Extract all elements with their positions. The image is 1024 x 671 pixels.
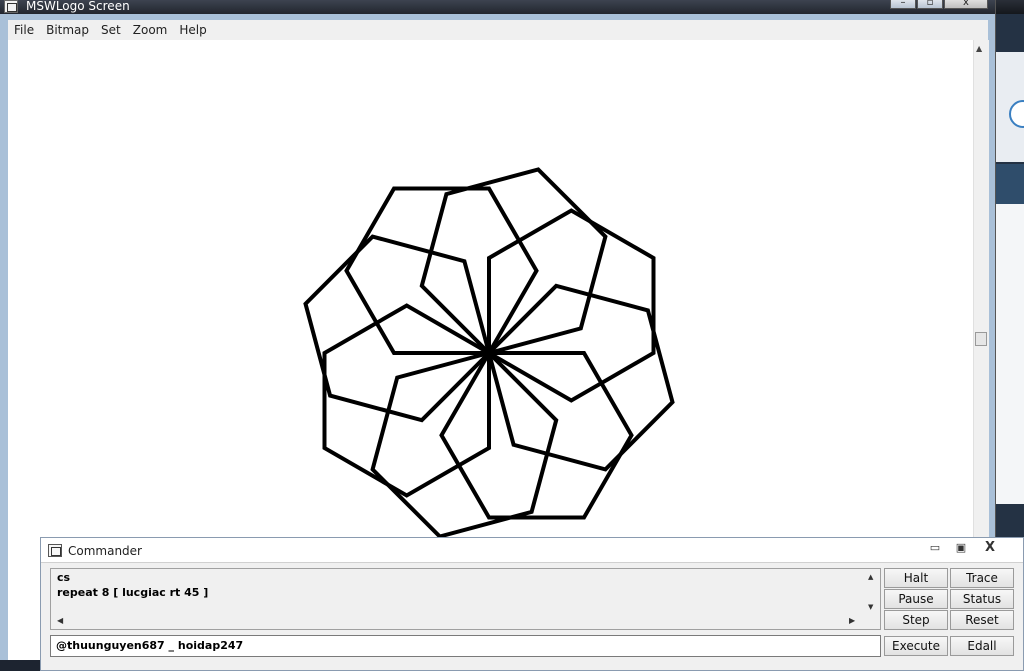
hexagon-shape — [370, 351, 559, 539]
scrollbar-thumb[interactable] — [975, 332, 987, 346]
commander-title-bar[interactable]: Commander ▭ ▣ X — [41, 538, 1023, 563]
history-line[interactable]: cs — [57, 571, 70, 584]
trace-button[interactable]: Trace — [950, 568, 1014, 588]
menu-set[interactable]: Set — [95, 23, 127, 37]
background-panel — [995, 164, 1024, 204]
halt-button[interactable]: Halt — [884, 568, 948, 588]
history-horizontal-scrollbar[interactable]: ◀ ▶ — [51, 615, 863, 629]
menu-bar: File Bitmap Set Zoom Help — [8, 20, 988, 41]
hexagon-shape — [419, 167, 608, 355]
commander-icon — [48, 544, 62, 557]
scroll-right-icon[interactable]: ▶ — [849, 616, 855, 625]
background-panel — [995, 204, 1024, 504]
menu-file[interactable]: File — [8, 23, 40, 37]
scroll-left-icon[interactable]: ◀ — [57, 616, 63, 625]
window-controls: – ▫ x — [890, 0, 989, 11]
menu-bitmap[interactable]: Bitmap — [40, 23, 95, 37]
minimize-button[interactable]: – — [890, 0, 916, 9]
pause-button[interactable]: Pause — [884, 589, 948, 609]
commander-close-button[interactable]: X — [975, 540, 1005, 556]
commander-controls: ▭ ▣ X — [921, 540, 1005, 556]
hexagon-shape — [487, 283, 675, 472]
commander-title: Commander — [68, 544, 142, 558]
maximize-button[interactable]: ▫ — [917, 0, 943, 9]
history-vertical-scrollbar[interactable]: ▲ ▼ — [864, 569, 880, 629]
status-button[interactable]: Status — [950, 589, 1014, 609]
menu-help[interactable]: Help — [173, 23, 212, 37]
scroll-up-icon[interactable]: ▲ — [976, 44, 982, 53]
execute-button[interactable]: Execute — [884, 636, 948, 656]
menu-zoom[interactable]: Zoom — [127, 23, 174, 37]
command-input[interactable]: @thuunguyen687 _ hoidap247 — [50, 635, 881, 657]
scroll-up-icon[interactable]: ▲ — [868, 573, 873, 581]
hexagon-shape — [303, 234, 491, 423]
step-button[interactable]: Step — [884, 610, 948, 630]
history-line[interactable]: repeat 8 [ lucgiac rt 45 ] — [57, 586, 208, 599]
commander-restore-button[interactable]: ▣ — [949, 540, 973, 556]
scroll-down-icon[interactable]: ▼ — [868, 603, 873, 611]
command-history[interactable]: cs repeat 8 [ lucgiac rt 45 ] ▲ ▼ ◀ ▶ — [50, 568, 881, 630]
reset-button[interactable]: Reset — [950, 610, 1014, 630]
close-button[interactable]: x — [944, 0, 988, 9]
edall-button[interactable]: Edall — [950, 636, 1014, 656]
window-title: MSWLogo Screen — [26, 0, 130, 13]
app-icon — [4, 0, 18, 13]
commander-minimize-button[interactable]: ▭ — [923, 540, 947, 556]
title-bar[interactable]: MSWLogo Screen – ▫ x — [0, 0, 995, 14]
commander-window: Commander ▭ ▣ X cs repeat 8 [ lucgiac rt… — [40, 537, 1024, 671]
